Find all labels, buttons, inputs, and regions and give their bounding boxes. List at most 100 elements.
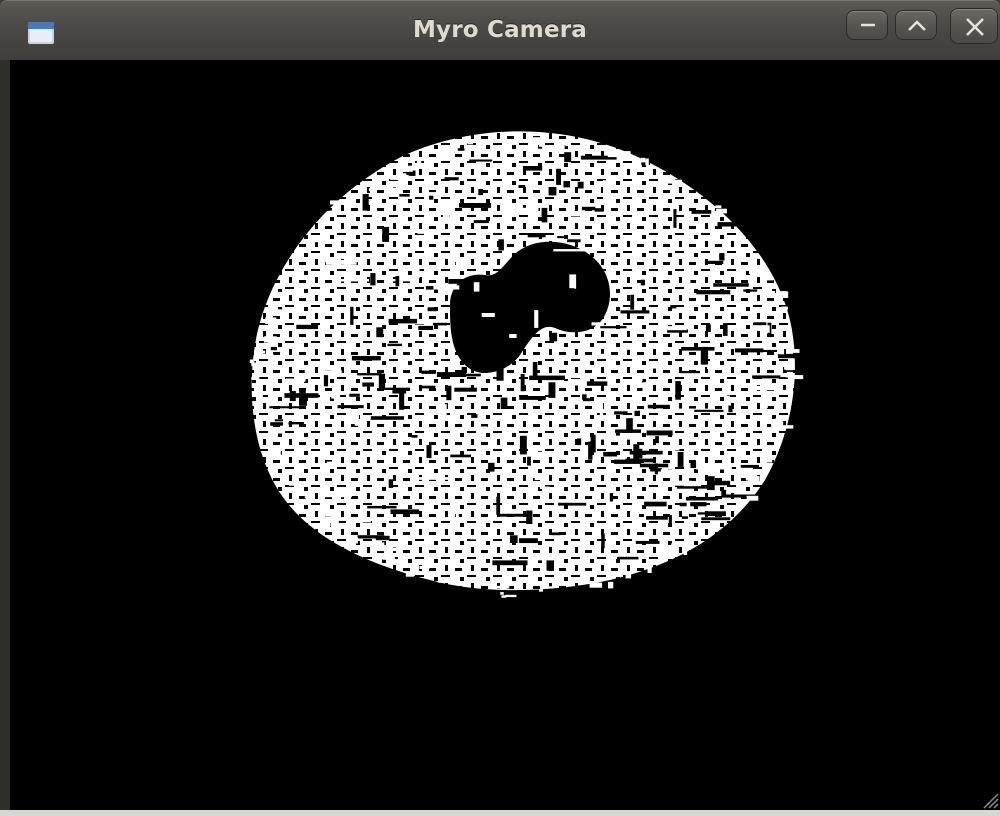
blob-speckle <box>541 207 548 223</box>
blob-speckle <box>432 322 447 326</box>
blob-edge-fleck <box>263 336 277 343</box>
blob-speckle <box>417 477 450 480</box>
blob-speckle <box>500 397 508 409</box>
blob-speckle <box>509 334 517 338</box>
title-bar[interactable]: Myro Camera <box>0 0 1000 60</box>
blob-edge-fleck <box>304 496 312 499</box>
blob-edge-fleck <box>405 571 414 577</box>
blob-speckle <box>568 363 591 366</box>
blob-speckle <box>762 325 770 333</box>
maximize-button[interactable] <box>895 10 937 40</box>
blob-speckle <box>660 326 687 331</box>
blob-speckle <box>558 502 587 506</box>
blob-speckle <box>662 536 681 539</box>
blob-speckle <box>381 387 410 390</box>
blob-speckle <box>635 540 660 544</box>
blob-speckle <box>686 496 719 501</box>
blob-edge-fleck <box>276 450 281 455</box>
blob-speckle <box>529 262 537 276</box>
blob-edge-fleck <box>608 581 614 589</box>
blob-speckle <box>427 307 437 312</box>
blob-edge-fleck <box>780 389 789 393</box>
blob-edge-fleck <box>746 495 759 501</box>
blob-speckle <box>471 414 478 418</box>
close-icon <box>966 18 984 36</box>
blob-speckle <box>532 362 538 379</box>
blob-edge-fleck <box>327 521 339 524</box>
blob-speckle <box>481 313 495 317</box>
blob-speckle <box>713 283 749 287</box>
blob-speckle <box>536 555 554 561</box>
blob-speckle <box>519 396 546 400</box>
blob-speckle <box>633 444 640 462</box>
blob-speckle <box>526 510 533 524</box>
blob-edge-fleck <box>416 160 422 164</box>
blob-speckle <box>632 349 636 366</box>
blob-speckle <box>590 434 596 453</box>
blob-speckle <box>390 187 398 195</box>
blob-speckle <box>459 203 492 208</box>
blob-speckle <box>487 288 509 293</box>
blob-speckle <box>546 265 572 269</box>
blob-speckle <box>455 259 464 271</box>
blob-speckle <box>522 166 543 171</box>
blob-speckle <box>690 502 707 507</box>
blob-speckle <box>534 310 539 328</box>
blob-speckle <box>681 347 715 351</box>
blob-edge-fleck <box>539 588 543 592</box>
blob-edge-fleck <box>771 421 784 429</box>
blob-edge-fleck <box>318 505 325 510</box>
blob-edge-fleck <box>589 582 603 588</box>
blob-speckle <box>634 376 643 382</box>
blob-edge-fleck <box>294 473 302 477</box>
blob-speckle <box>450 454 472 458</box>
blob-speckle <box>518 271 525 276</box>
blob-edge-fleck <box>645 158 649 166</box>
blob-speckle <box>388 479 394 488</box>
blob-speckle <box>399 392 405 410</box>
blob-speckle <box>539 486 550 489</box>
resize-grip-icon[interactable] <box>978 788 1000 810</box>
blob-edge-fleck <box>715 205 722 209</box>
blob-speckle <box>681 516 688 519</box>
blob-edge-fleck <box>671 543 679 548</box>
blob-speckle <box>349 393 360 397</box>
blob-edge-fleck <box>401 565 406 568</box>
blob-speckle <box>548 187 557 196</box>
blob-edge-fleck <box>789 349 800 353</box>
blob-edge-fleck <box>661 548 673 556</box>
blob-edge-fleck <box>354 537 358 544</box>
blob-speckle <box>728 405 733 413</box>
window-frame-bottom <box>0 810 1000 816</box>
blob-speckle <box>690 461 697 468</box>
blob-speckle <box>549 332 558 342</box>
blob-speckle <box>357 535 385 539</box>
blob-speckle <box>740 464 760 468</box>
blob-speckle <box>721 489 727 498</box>
blob-speckle <box>534 476 549 481</box>
blob-speckle <box>506 207 539 212</box>
blob-speckle <box>370 416 404 420</box>
blob-speckle <box>518 185 526 188</box>
blob-speckle <box>753 322 767 326</box>
blob-speckle <box>387 343 402 347</box>
blob-speckle <box>668 515 672 524</box>
blob-edge-fleck <box>404 165 413 172</box>
blob-edge-fleck <box>330 200 342 205</box>
blob-edge-fleck <box>783 306 788 310</box>
blob-speckle <box>570 374 592 378</box>
blob-speckle <box>639 463 669 468</box>
blob-speckle <box>655 436 659 444</box>
blob-speckle <box>675 381 681 400</box>
blob-edge-fleck <box>496 585 510 589</box>
blob-speckle <box>660 469 682 474</box>
blob-speckle <box>761 277 774 281</box>
blob-speckle <box>496 367 504 381</box>
blob-edge-fleck <box>277 454 282 460</box>
close-button[interactable] <box>950 8 998 44</box>
minimize-button[interactable] <box>846 10 888 40</box>
blob-speckle <box>554 288 574 292</box>
blob-speckle <box>457 148 465 151</box>
blob-speckle <box>603 180 609 200</box>
blob-edge-fleck <box>277 291 287 297</box>
